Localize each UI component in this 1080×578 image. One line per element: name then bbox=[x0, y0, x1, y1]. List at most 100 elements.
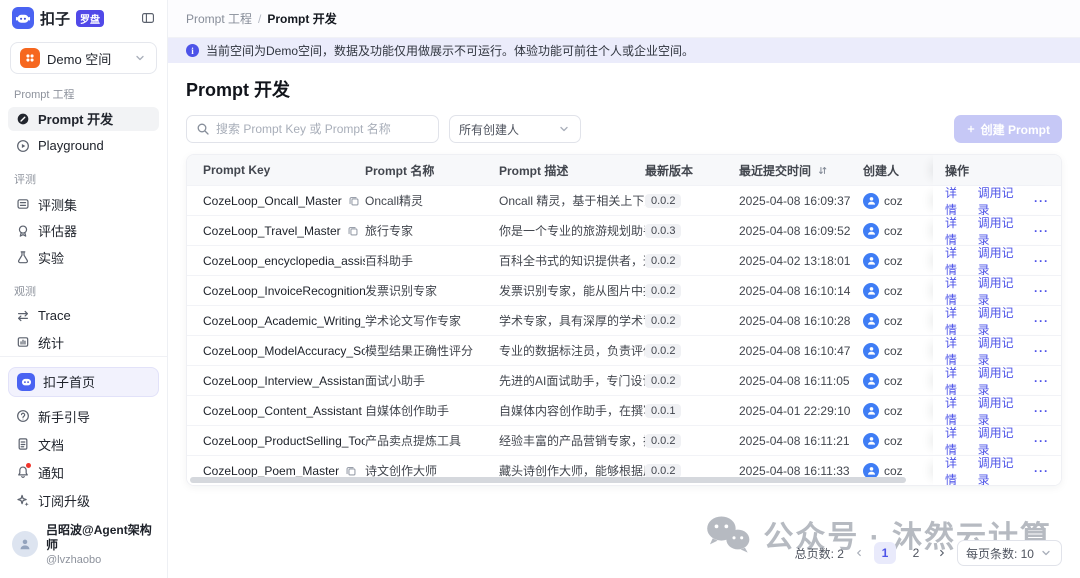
dataset-icon bbox=[16, 197, 30, 211]
copy-icon[interactable] bbox=[346, 224, 360, 238]
creator-avatar bbox=[863, 283, 879, 299]
prompt-description: 学术专家，具有深厚的学术背... bbox=[499, 312, 645, 329]
header-prompt-name: Prompt 名称 bbox=[365, 162, 499, 179]
prompt-key: CozeLoop_Interview_Assistant bbox=[203, 374, 365, 388]
more-actions-icon[interactable]: ··· bbox=[1034, 374, 1049, 388]
page-size-value: 每页条数: 10 bbox=[966, 545, 1034, 562]
call-records-link[interactable]: 调用记录 bbox=[978, 274, 1025, 308]
commit-time: 2025-04-08 16:10:28 bbox=[739, 314, 863, 328]
copy-icon[interactable] bbox=[347, 194, 361, 208]
call-records-link[interactable]: 调用记录 bbox=[978, 304, 1025, 338]
creator-name: coz bbox=[884, 374, 903, 388]
detail-link[interactable]: 详情 bbox=[945, 424, 969, 458]
call-records-link[interactable]: 调用记录 bbox=[978, 214, 1025, 248]
more-actions-icon[interactable]: ··· bbox=[1034, 254, 1049, 268]
detail-link[interactable]: 详情 bbox=[945, 304, 969, 338]
version-cell: 0.0.2 bbox=[645, 313, 739, 328]
sidebar-item-evaluator[interactable]: 评估器 bbox=[8, 218, 159, 243]
more-actions-icon[interactable]: ··· bbox=[1034, 314, 1049, 328]
info-icon: i bbox=[186, 44, 199, 57]
more-actions-icon[interactable]: ··· bbox=[1034, 194, 1049, 208]
detail-link[interactable]: 详情 bbox=[945, 394, 969, 428]
call-records-link[interactable]: 调用记录 bbox=[978, 184, 1025, 218]
search-input[interactable] bbox=[216, 122, 429, 136]
prompt-key: CozeLoop_InvoiceRecognition... bbox=[203, 284, 365, 298]
sidebar-item-eval-sets[interactable]: 评测集 bbox=[8, 192, 159, 217]
detail-link[interactable]: 详情 bbox=[945, 184, 969, 218]
call-records-link[interactable]: 调用记录 bbox=[978, 244, 1025, 278]
more-actions-icon[interactable]: ··· bbox=[1034, 284, 1049, 298]
toolbar: 所有创建人 创建 Prompt bbox=[186, 115, 1062, 143]
prompt-key-cell: CozeLoop_Travel_Master bbox=[187, 224, 365, 238]
creator-name: coz bbox=[884, 404, 903, 418]
copy-icon[interactable] bbox=[344, 464, 358, 478]
call-records-link[interactable]: 调用记录 bbox=[978, 364, 1025, 398]
header-commit-time[interactable]: 最近提交时间 bbox=[739, 162, 863, 179]
create-prompt-button[interactable]: 创建 Prompt bbox=[954, 115, 1062, 143]
prompt-key: CozeLoop_Travel_Master bbox=[203, 224, 341, 238]
page-button-1[interactable]: 1 bbox=[874, 542, 896, 564]
sidebar-item-label: 订阅升级 bbox=[38, 491, 90, 510]
version-badge: 0.0.3 bbox=[645, 224, 681, 238]
prompt-name: 产品卖点提炼工具 bbox=[365, 432, 499, 449]
sidebar-item-docs[interactable]: 文档 bbox=[8, 431, 159, 458]
coze-home-icon bbox=[17, 373, 35, 391]
user-profile[interactable]: 吕昭波@Agent架构师 @lvzhaobo bbox=[0, 515, 167, 578]
sidebar-collapse-icon[interactable] bbox=[141, 11, 155, 25]
prompt-key: CozeLoop_Oncall_Master bbox=[203, 194, 342, 208]
version-cell: 0.0.2 bbox=[645, 193, 739, 208]
detail-link[interactable]: 详情 bbox=[945, 454, 969, 487]
detail-link[interactable]: 详情 bbox=[945, 364, 969, 398]
sidebar-item-label: 实验 bbox=[38, 248, 64, 267]
creator-filter-select[interactable]: 所有创建人 bbox=[449, 115, 581, 143]
version-badge: 0.0.2 bbox=[645, 284, 681, 298]
call-records-link[interactable]: 调用记录 bbox=[978, 454, 1025, 487]
sidebar-item-coze-home[interactable]: 扣子首页 bbox=[8, 367, 159, 397]
call-records-link[interactable]: 调用记录 bbox=[978, 394, 1025, 428]
creator-cell: coz bbox=[863, 403, 921, 419]
more-actions-icon[interactable]: ··· bbox=[1034, 224, 1049, 238]
sidebar-item-guide[interactable]: 新手引导 bbox=[8, 403, 159, 430]
detail-link[interactable]: 详情 bbox=[945, 244, 969, 278]
call-records-link[interactable]: 调用记录 bbox=[978, 424, 1025, 458]
next-page-icon[interactable] bbox=[936, 547, 948, 559]
detail-link[interactable]: 详情 bbox=[945, 334, 969, 368]
sidebar-item-playground[interactable]: Playground bbox=[8, 133, 159, 158]
prompt-key-cell: CozeLoop_Oncall_Master bbox=[187, 194, 365, 208]
page-button-2[interactable]: 2 bbox=[905, 542, 927, 564]
prompt-table: Prompt Key Prompt 名称 Prompt 描述 最新版本 最近提交… bbox=[186, 154, 1062, 486]
more-actions-icon[interactable]: ··· bbox=[1034, 434, 1049, 448]
sidebar-item-notifications[interactable]: 通知 bbox=[8, 459, 159, 486]
detail-link[interactable]: 详情 bbox=[945, 214, 969, 248]
commit-time: 2025-04-02 13:18:01 bbox=[739, 254, 863, 268]
brand-row: 扣子 罗盘 bbox=[0, 0, 167, 36]
brand-badge: 罗盘 bbox=[76, 10, 104, 27]
prompt-key-cell: CozeLoop_InvoiceRecognition... bbox=[187, 284, 365, 298]
workspace-selector[interactable]: Demo 空间 bbox=[10, 42, 157, 73]
table-body: CozeLoop_Oncall_Master Oncall精灵 Oncall 精… bbox=[187, 185, 1061, 485]
more-actions-icon[interactable]: ··· bbox=[1034, 344, 1049, 358]
commit-time: 2025-04-08 16:09:52 bbox=[739, 224, 863, 238]
call-records-link[interactable]: 调用记录 bbox=[978, 334, 1025, 368]
sidebar-item-label: Playground bbox=[38, 138, 104, 153]
more-actions-icon[interactable]: ··· bbox=[1034, 464, 1049, 478]
sidebar-item-upgrade[interactable]: 订阅升级 bbox=[8, 487, 159, 514]
search-box[interactable] bbox=[186, 115, 439, 143]
main-area: Prompt 工程 / Prompt 开发 i 当前空间为Demo空间，数据及功… bbox=[168, 0, 1080, 578]
create-prompt-label: 创建 Prompt bbox=[981, 121, 1050, 138]
page-size-select[interactable]: 每页条数: 10 bbox=[957, 540, 1062, 566]
sidebar-item-prompt-dev[interactable]: Prompt 开发 bbox=[8, 107, 159, 132]
sidebar-item-stats[interactable]: 统计 bbox=[8, 330, 159, 355]
sort-icon[interactable] bbox=[815, 163, 829, 177]
more-actions-icon[interactable]: ··· bbox=[1034, 404, 1049, 418]
evaluator-icon bbox=[16, 224, 30, 238]
commit-time: 2025-04-08 16:10:14 bbox=[739, 284, 863, 298]
prev-page-icon[interactable] bbox=[853, 547, 865, 559]
sidebar-item-label: 新手引导 bbox=[38, 407, 90, 426]
sidebar-item-trace[interactable]: Trace bbox=[8, 304, 159, 329]
sidebar-item-experiment[interactable]: 实验 bbox=[8, 245, 159, 270]
breadcrumb-parent[interactable]: Prompt 工程 bbox=[186, 10, 252, 27]
horizontal-scrollbar[interactable] bbox=[190, 477, 906, 483]
detail-link[interactable]: 详情 bbox=[945, 274, 969, 308]
creator-avatar bbox=[863, 343, 879, 359]
